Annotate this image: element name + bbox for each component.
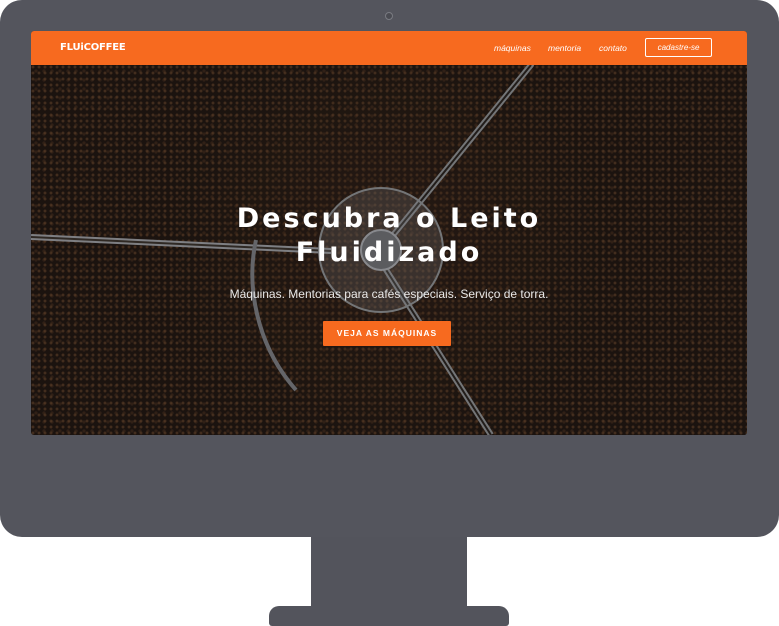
hero-section: Descubra o Leito Fluidizado Máquinas. Me… [31, 65, 747, 435]
monitor-stand-base [269, 606, 509, 626]
webcam-icon [385, 12, 393, 20]
view-machines-button[interactable]: VEJA AS MÁQUINAS [323, 321, 451, 346]
monitor-frame: FLUiCOFFEE máquinas mentoria contato cad… [0, 0, 779, 537]
hero-subtitle: Máquinas. Mentorias para cafés especiais… [229, 287, 549, 301]
nav-link-mentoria[interactable]: mentoria [548, 43, 581, 53]
navbar: FLUiCOFFEE máquinas mentoria contato cad… [31, 31, 747, 65]
nav-link-maquinas[interactable]: máquinas [494, 43, 531, 53]
hero-title-line-1: Descubra o Leito [236, 203, 542, 234]
logo[interactable]: FLUiCOFFEE [60, 42, 126, 53]
hero-title-line-2: Fluidizado [295, 237, 483, 268]
signup-button[interactable]: cadastre-se [645, 38, 712, 57]
hero-title: Descubra o Leito Fluidizado [31, 202, 747, 270]
monitor-stand-neck [311, 537, 467, 612]
screen: FLUiCOFFEE máquinas mentoria contato cad… [31, 31, 747, 435]
nav-link-contato[interactable]: contato [599, 43, 627, 53]
